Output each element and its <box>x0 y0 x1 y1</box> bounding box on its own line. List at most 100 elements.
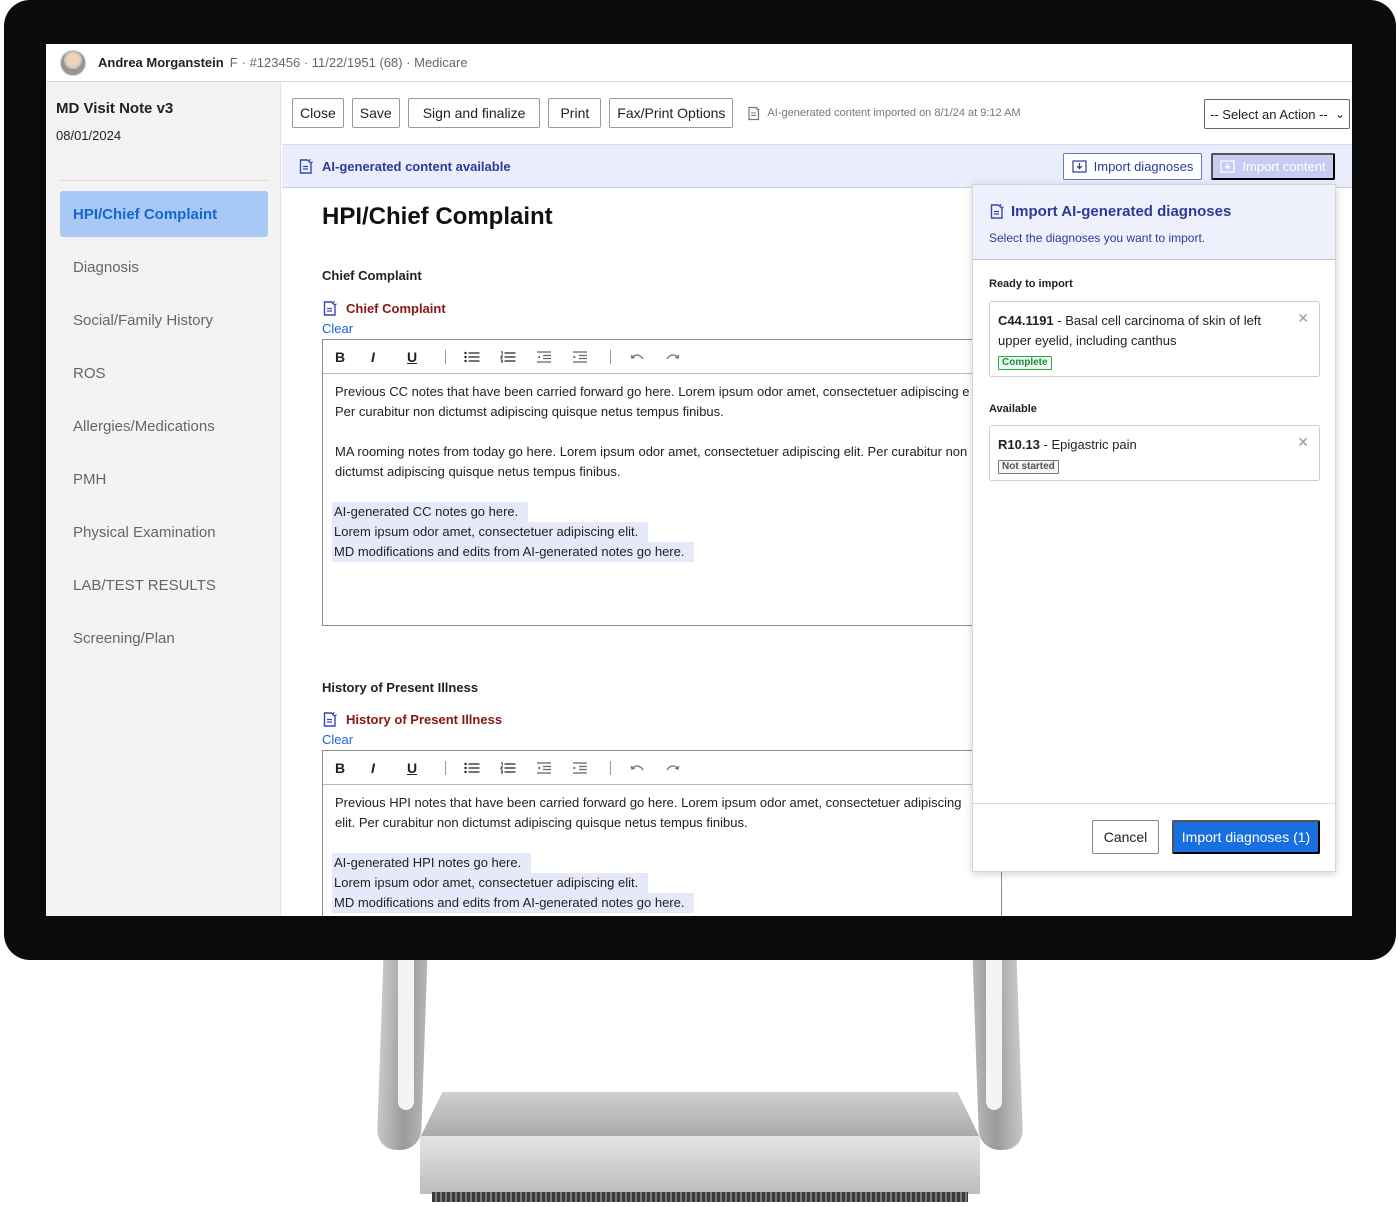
chief-complaint-clear-link[interactable]: Clear <box>322 321 353 336</box>
diagnosis-description: - Epigastric pain <box>1039 437 1137 452</box>
toolbar-separator <box>610 349 611 364</box>
bold-button[interactable]: B <box>335 349 371 365</box>
italic-button[interactable]: I <box>371 349 407 365</box>
outdent-icon[interactable] <box>536 761 572 774</box>
import-diagnoses-confirm-button[interactable]: Import diagnoses (1) <box>1172 820 1320 854</box>
close-button[interactable]: Close <box>292 98 344 128</box>
close-icon[interactable]: ✕ <box>1297 308 1309 328</box>
outdent-icon[interactable] <box>536 350 572 363</box>
ai-document-icon <box>748 106 761 120</box>
hpi-ai-label-text: History of Present Illness <box>346 712 503 727</box>
patient-sex: F <box>229 55 238 70</box>
chief-complaint-ai-label: Chief Complaint <box>322 300 446 317</box>
screen: Andrea Morganstein F · #123456 · 11/22/1… <box>46 44 1352 916</box>
chief-complaint-text[interactable]: Previous CC notes that have been carried… <box>323 374 1001 562</box>
diagnosis-card-available[interactable]: R10.13 - Epigastric pain Not started ✕ <box>989 425 1320 481</box>
hpi-editor[interactable]: B I U Previous HPI notes that have been … <box>322 750 1002 916</box>
sidebar-item-ros[interactable]: ROS <box>60 350 268 396</box>
sidebar-item-allergies-medications[interactable]: Allergies/Medications <box>60 403 268 449</box>
monitor-stand-cutout-right <box>986 960 1002 1110</box>
ai-generated-line: Lorem ipsum odor amet, consectetuer adip… <box>332 873 649 893</box>
cancel-button[interactable]: Cancel <box>1092 820 1159 854</box>
panel-title-text: Import AI-generated diagnoses <box>1011 203 1232 220</box>
download-tray-icon <box>1072 160 1087 173</box>
sign-finalize-button[interactable]: Sign and finalize <box>407 98 541 128</box>
rooming-notes-text-continued: dictumst adipiscing quisque netus tempus… <box>335 464 621 479</box>
diagnosis-code: C44.1191 <box>998 313 1054 328</box>
bullet-list-icon[interactable] <box>464 351 500 363</box>
italic-button[interactable]: I <box>371 760 407 776</box>
undo-icon[interactable] <box>629 352 665 362</box>
chief-complaint-ai-label-text: Chief Complaint <box>346 301 446 316</box>
import-content-label: Import content <box>1242 159 1326 174</box>
indent-icon[interactable] <box>572 350 608 363</box>
chevron-down-icon: ⌄ <box>1334 107 1345 121</box>
sidebar-item-social-family-history[interactable]: Social/Family History <box>60 297 268 343</box>
fax-print-options-button[interactable]: Fax/Print Options <box>609 98 734 128</box>
numbered-list-icon[interactable] <box>500 350 536 363</box>
status-badge: Complete <box>998 356 1052 370</box>
ai-generated-line: Lorem ipsum odor amet, consectetuer adip… <box>332 522 649 542</box>
bullet-list-icon[interactable] <box>464 762 500 774</box>
sidebar-item-physical-examination[interactable]: Physical Examination <box>60 509 268 555</box>
sidebar-item-pmh[interactable]: PMH <box>60 456 268 502</box>
diagnosis-card-ready[interactable]: C44.1191 - Basal cell carcinoma of skin … <box>989 301 1320 377</box>
editor-toolbar: B I U <box>323 751 1001 785</box>
undo-icon[interactable] <box>629 763 665 773</box>
ai-generated-line: MD modifications and edits from AI-gener… <box>332 542 695 562</box>
patient-header: Andrea Morganstein F · #123456 · 11/22/1… <box>46 44 1352 82</box>
sidebar-item-hpi-chief-complaint[interactable]: HPI/Chief Complaint <box>60 191 268 237</box>
patient-name: Andrea Morganstein <box>98 55 224 70</box>
sidebar-divider <box>60 180 268 181</box>
import-diagnoses-button[interactable]: Import diagnoses <box>1063 153 1202 180</box>
toolbar-separator <box>445 760 446 775</box>
ai-document-icon <box>990 203 1004 219</box>
underline-button[interactable]: U <box>407 349 443 365</box>
ai-document-icon <box>323 711 337 727</box>
numbered-list-icon[interactable] <box>500 761 536 774</box>
panel-footer: Cancel Import diagnoses (1) <box>973 803 1335 871</box>
hpi-text[interactable]: Previous HPI notes that have been carrie… <box>323 785 1001 913</box>
monitor-stand-cutout-left <box>398 960 414 1110</box>
ai-document-icon <box>299 158 313 174</box>
chief-complaint-editor[interactable]: B I U Previous CC notes that have been c… <box>322 339 1002 626</box>
redo-icon[interactable] <box>665 352 701 362</box>
panel-title: Import AI-generated diagnoses <box>989 203 1335 220</box>
close-icon[interactable]: ✕ <box>1297 432 1309 452</box>
ai-generated-line: AI-generated HPI notes go here. <box>332 853 532 873</box>
section-nav: HPI/Chief Complaint Diagnosis Social/Fam… <box>60 191 268 668</box>
redo-icon[interactable] <box>665 763 701 773</box>
sidebar-item-diagnosis[interactable]: Diagnosis <box>60 244 268 290</box>
note-toolbar: Close Save Sign and finalize Print Fax/P… <box>282 82 1352 144</box>
carried-forward-text: Previous HPI notes that have been carrie… <box>335 795 962 810</box>
available-heading: Available <box>989 403 1037 415</box>
rooming-notes-text: MA rooming notes from today go here. Lor… <box>335 444 968 459</box>
monitor-base-top <box>420 1092 980 1138</box>
import-content-button[interactable]: Import content <box>1211 153 1335 180</box>
action-select[interactable]: -- Select an Action -- ⌄ <box>1204 99 1350 129</box>
sidebar-item-screening-plan[interactable]: Screening/Plan <box>60 615 268 661</box>
hpi-clear-link[interactable]: Clear <box>322 732 353 747</box>
carried-forward-text-continued: elit. Per curabitur non dictumst adipisc… <box>335 815 748 830</box>
hpi-heading: History of Present Illness <box>322 680 479 695</box>
monitor-base <box>420 1136 980 1194</box>
underline-button[interactable]: U <box>407 760 443 776</box>
save-button[interactable]: Save <box>351 98 400 128</box>
toolbar-separator <box>610 760 611 775</box>
chief-complaint-heading: Chief Complaint <box>322 268 422 283</box>
print-button[interactable]: Print <box>548 98 602 128</box>
sidebar-item-lab-test-results[interactable]: LAB/TEST RESULTS <box>60 562 268 608</box>
indent-icon[interactable] <box>572 761 608 774</box>
import-diagnoses-panel: Import AI-generated diagnoses Select the… <box>972 184 1336 872</box>
status-badge: Not started <box>998 460 1059 474</box>
toolbar-separator <box>445 349 446 364</box>
sidebar: MD Visit Note v3 08/01/2024 HPI/Chief Co… <box>46 82 281 916</box>
carried-forward-text-continued: Per curabitur non dictumst adipiscing qu… <box>335 404 724 419</box>
patient-avatar <box>60 49 86 76</box>
ai-import-status-text: AI-generated content imported on 8/1/24 … <box>767 107 1021 119</box>
ai-banner-text: AI-generated content available <box>322 158 511 174</box>
note-title: MD Visit Note v3 <box>56 100 174 117</box>
hpi-ai-label: History of Present Illness <box>322 711 502 728</box>
ai-generated-line: AI-generated CC notes go here. <box>332 502 529 522</box>
bold-button[interactable]: B <box>335 760 371 776</box>
